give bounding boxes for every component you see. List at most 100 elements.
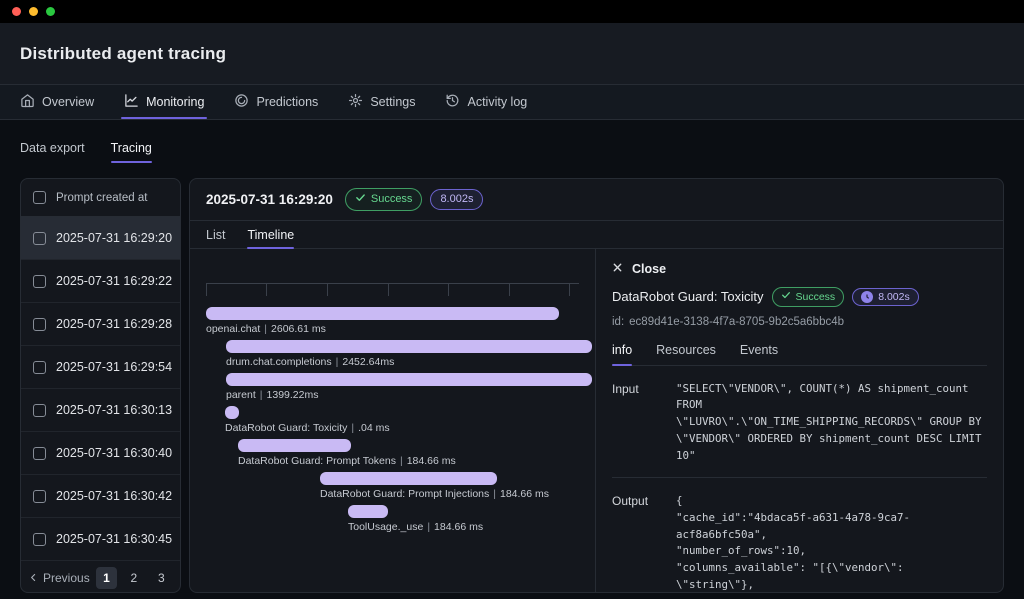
trace-row[interactable]: 2025-07-31 16:30:40 — [21, 432, 180, 475]
home-icon — [20, 93, 35, 111]
span-label: openai.chat|2606.61 ms — [206, 323, 579, 335]
output-value: { "cache_id":"4bdaca5f-a631-4a78-9ca7- a… — [676, 493, 987, 593]
span-bar[interactable] — [206, 307, 559, 320]
close-icon — [612, 262, 623, 276]
nav-item-settings[interactable]: Settings — [348, 85, 415, 119]
trace-view-tabs: List Timeline — [190, 221, 1003, 249]
trace-row[interactable]: 2025-07-31 16:30:13 — [21, 389, 180, 432]
trace-timestamp: 2025-07-31 16:29:28 — [56, 317, 172, 331]
close-details-button[interactable]: Close — [612, 262, 666, 276]
input-label: Input — [612, 381, 676, 465]
nav-item-overview[interactable]: Overview — [20, 85, 94, 119]
pagination: Previous 1 2 3 — [21, 561, 180, 593]
window-close-button[interactable] — [12, 7, 21, 16]
row-checkbox[interactable] — [33, 404, 46, 417]
clock-icon — [861, 291, 873, 303]
nav-item-label: Activity log — [467, 95, 527, 109]
previous-page-button[interactable]: Previous — [29, 571, 90, 585]
trace-list-header: Prompt created at — [21, 179, 180, 217]
tab-info[interactable]: info — [612, 343, 632, 365]
timeline-pane: openai.chat|2606.61 ms drum.chat.complet… — [190, 249, 595, 592]
row-checkbox[interactable] — [33, 318, 46, 331]
span-bar[interactable] — [238, 439, 351, 452]
nav-item-monitoring[interactable]: Monitoring — [124, 85, 204, 119]
nav-item-label: Monitoring — [146, 95, 204, 109]
timeline-span: drum.chat.completions|2452.64ms — [206, 340, 579, 368]
trace-timestamp: 2025-07-31 16:29:22 — [56, 274, 172, 288]
span-details-tabs: info Resources Events — [612, 343, 987, 366]
trace-list-panel: Prompt created at 2025-07-31 16:29:20 20… — [20, 178, 181, 593]
trace-header-timestamp: 2025-07-31 16:29:20 — [206, 192, 333, 207]
timeline-span: DataRobot Guard: Prompt Tokens|184.66 ms — [206, 439, 579, 467]
trace-header: 2025-07-31 16:29:20 Success 8.002s — [190, 179, 1003, 221]
row-checkbox[interactable] — [33, 232, 46, 245]
trace-row[interactable]: 2025-07-31 16:29:28 — [21, 303, 180, 346]
tab-list[interactable]: List — [206, 228, 225, 248]
trace-body: openai.chat|2606.61 ms drum.chat.complet… — [190, 249, 1003, 592]
span-bar[interactable] — [320, 472, 497, 485]
trace-timestamp: 2025-07-31 16:30:42 — [56, 489, 172, 503]
span-label: DataRobot Guard: Toxicity|.04 ms — [225, 422, 579, 434]
span-id-row: id: ec89d41e-3138-4f7a-8705-9b2c5a6bbc4b — [612, 316, 987, 328]
span-bar[interactable] — [348, 505, 388, 518]
input-value: "SELECT\"VENDOR\", COUNT(*) AS shipment_… — [676, 381, 987, 465]
timeline-span: DataRobot Guard: Prompt Injections|184.6… — [206, 472, 579, 500]
timeline-span: parent|1399.22ms — [206, 373, 579, 401]
row-checkbox[interactable] — [33, 447, 46, 460]
history-icon — [445, 93, 460, 111]
row-checkbox[interactable] — [33, 275, 46, 288]
trace-row[interactable]: 2025-07-31 16:29:20 — [21, 217, 180, 260]
nav-item-label: Overview — [42, 95, 94, 109]
output-section: Output { "cache_id":"4bdaca5f-a631-4a78-… — [612, 477, 987, 593]
span-bar[interactable] — [226, 373, 592, 386]
timeline-ruler — [206, 283, 579, 296]
row-checkbox[interactable] — [33, 533, 46, 546]
page-button-3[interactable]: 3 — [151, 567, 172, 589]
duration-badge: 8.002s — [430, 189, 483, 209]
span-id-label: id: — [612, 316, 624, 328]
row-checkbox[interactable] — [33, 361, 46, 374]
trace-detail-panel: 2025-07-31 16:29:20 Success 8.002s List … — [189, 178, 1004, 593]
timeline-span: openai.chat|2606.61 ms — [206, 307, 579, 335]
trace-timestamp: 2025-07-31 16:29:20 — [56, 231, 172, 245]
span-bar[interactable] — [226, 340, 592, 353]
tab-timeline[interactable]: Timeline — [247, 228, 294, 248]
page-button-1[interactable]: 1 — [96, 567, 117, 589]
span-label: ToolUsage._use|184.66 ms — [348, 521, 579, 533]
trace-list-header-label: Prompt created at — [56, 192, 147, 204]
row-checkbox[interactable] — [33, 490, 46, 503]
page-button-2[interactable]: 2 — [123, 567, 144, 589]
trace-row[interactable]: 2025-07-31 16:29:54 — [21, 346, 180, 389]
span-title-row: DataRobot Guard: Toxicity Success 8.002s — [612, 287, 987, 307]
check-icon — [781, 290, 791, 304]
span-label: DataRobot Guard: Prompt Tokens|184.66 ms — [238, 455, 579, 467]
span-title: DataRobot Guard: Toxicity — [612, 289, 764, 304]
span-id-value: ec89d41e-3138-4f7a-8705-9b2c5a6bbc4b — [629, 316, 844, 328]
window-minimize-button[interactable] — [29, 7, 38, 16]
trace-row[interactable]: 2025-07-31 16:30:42 — [21, 475, 180, 518]
content-area: Prompt created at 2025-07-31 16:29:20 20… — [20, 178, 1004, 593]
trace-row[interactable]: 2025-07-31 16:29:22 — [21, 260, 180, 303]
tab-tracing[interactable]: Tracing — [111, 141, 152, 163]
trace-row[interactable]: 2025-07-31 16:30:45 — [21, 518, 180, 561]
nav-item-predictions[interactable]: Predictions — [234, 85, 318, 119]
nav-item-activity-log[interactable]: Activity log — [445, 85, 527, 119]
trace-timestamp: 2025-07-31 16:30:45 — [56, 532, 172, 546]
span-label: DataRobot Guard: Prompt Injections|184.6… — [320, 488, 579, 500]
main-nav: Overview Monitoring Predictions Settings… — [0, 85, 1024, 120]
nav-item-label: Predictions — [256, 95, 318, 109]
span-details-pane: Close DataRobot Guard: Toxicity Success … — [595, 249, 1003, 592]
span-bar[interactable] — [225, 406, 239, 419]
timeline-span: DataRobot Guard: Toxicity|.04 ms — [206, 406, 579, 434]
window-maximize-button[interactable] — [46, 7, 55, 16]
trace-timestamp: 2025-07-31 16:30:13 — [56, 403, 172, 417]
tab-events[interactable]: Events — [740, 343, 778, 365]
input-section: Input "SELECT\"VENDOR\", COUNT(*) AS shi… — [612, 366, 987, 478]
span-duration-badge: 8.002s — [852, 288, 919, 307]
span-label: parent|1399.22ms — [226, 389, 579, 401]
select-all-checkbox[interactable] — [33, 191, 46, 204]
tab-data-export[interactable]: Data export — [20, 141, 85, 163]
status-badge: Success — [345, 188, 423, 210]
trace-timestamp: 2025-07-31 16:30:40 — [56, 446, 172, 460]
tab-resources[interactable]: Resources — [656, 343, 716, 365]
